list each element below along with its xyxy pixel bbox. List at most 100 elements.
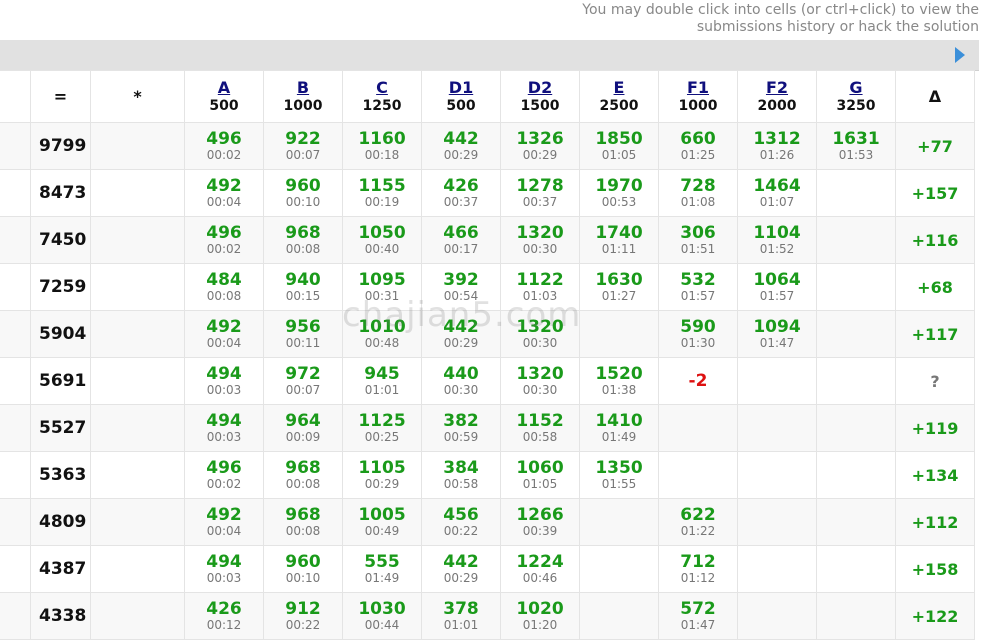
- problem-result-cell[interactable]: 426 00:12: [184, 592, 264, 640]
- problem-result-cell[interactable]: [816, 451, 896, 499]
- problem-result-cell[interactable]: 1095 00:31: [342, 263, 422, 311]
- problem-result-cell[interactable]: 442 00:29: [421, 545, 501, 593]
- problem-result-cell[interactable]: 1312 01:26: [737, 122, 817, 170]
- problem-result-cell[interactable]: 660 01:25: [658, 122, 738, 170]
- problem-result-cell[interactable]: 1224 00:46: [500, 545, 580, 593]
- problem-result-cell[interactable]: 426 00:37: [421, 169, 501, 217]
- problem-result-cell[interactable]: 492 00:04: [184, 498, 264, 546]
- problem-result-cell[interactable]: 555 01:49: [342, 545, 422, 593]
- problem-result-cell[interactable]: 1105 00:29: [342, 451, 422, 499]
- problem-result-cell[interactable]: 1060 01:05: [500, 451, 580, 499]
- problem-result-cell[interactable]: 494 00:03: [184, 404, 264, 452]
- problem-result-cell[interactable]: 1970 00:53: [579, 169, 659, 217]
- problem-result-cell[interactable]: [816, 498, 896, 546]
- problem-result-cell[interactable]: 496 00:02: [184, 451, 264, 499]
- problem-result-cell[interactable]: 712 01:12: [658, 545, 738, 593]
- problem-link-f2[interactable]: F2: [738, 78, 816, 97]
- problem-result-cell[interactable]: 972 00:07: [263, 357, 343, 405]
- problem-result-cell[interactable]: [816, 404, 896, 452]
- problem-result-cell[interactable]: 1064 01:57: [737, 263, 817, 311]
- problem-result-cell[interactable]: [816, 169, 896, 217]
- problem-result-cell[interactable]: 1010 00:48: [342, 310, 422, 358]
- problem-link-f1[interactable]: F1: [659, 78, 737, 97]
- problem-result-cell[interactable]: 440 00:30: [421, 357, 501, 405]
- problem-result-cell[interactable]: 622 01:22: [658, 498, 738, 546]
- problem-result-cell[interactable]: -2: [658, 357, 738, 405]
- problem-result-cell[interactable]: 940 00:15: [263, 263, 343, 311]
- problem-result-cell[interactable]: 1740 01:11: [579, 216, 659, 264]
- problem-result-cell[interactable]: 1320 00:30: [500, 216, 580, 264]
- problem-result-cell[interactable]: [816, 216, 896, 264]
- problem-result-cell[interactable]: 456 00:22: [421, 498, 501, 546]
- problem-result-cell[interactable]: 1020 01:20: [500, 592, 580, 640]
- problem-result-cell[interactable]: [579, 310, 659, 358]
- problem-result-cell[interactable]: 728 01:08: [658, 169, 738, 217]
- problem-result-cell[interactable]: [816, 263, 896, 311]
- problem-result-cell[interactable]: 968 00:08: [263, 216, 343, 264]
- scroll-right-arrow-icon[interactable]: [955, 47, 965, 63]
- problem-result-cell[interactable]: 1850 01:05: [579, 122, 659, 170]
- problem-result-cell[interactable]: 964 00:09: [263, 404, 343, 452]
- problem-result-cell[interactable]: 1050 00:40: [342, 216, 422, 264]
- problem-link-b[interactable]: B: [264, 78, 342, 97]
- problem-result-cell[interactable]: 1350 01:55: [579, 451, 659, 499]
- problem-result-cell[interactable]: 960 00:10: [263, 169, 343, 217]
- problem-result-cell[interactable]: 956 00:11: [263, 310, 343, 358]
- problem-result-cell[interactable]: 1320 00:30: [500, 357, 580, 405]
- problem-result-cell[interactable]: [658, 451, 738, 499]
- problem-result-cell[interactable]: [737, 404, 817, 452]
- problem-result-cell[interactable]: [579, 545, 659, 593]
- problem-result-cell[interactable]: [737, 451, 817, 499]
- problem-result-cell[interactable]: 466 00:17: [421, 216, 501, 264]
- problem-result-cell[interactable]: 572 01:47: [658, 592, 738, 640]
- problem-result-cell[interactable]: [737, 545, 817, 593]
- problem-result-cell[interactable]: 442 00:29: [421, 122, 501, 170]
- problem-result-cell[interactable]: 532 01:57: [658, 263, 738, 311]
- problem-result-cell[interactable]: 1104 01:52: [737, 216, 817, 264]
- problem-result-cell[interactable]: 494 00:03: [184, 545, 264, 593]
- problem-link-c[interactable]: C: [343, 78, 421, 97]
- problem-link-d2[interactable]: D2: [501, 78, 579, 97]
- problem-link-e[interactable]: E: [580, 78, 658, 97]
- problem-result-cell[interactable]: 960 00:10: [263, 545, 343, 593]
- problem-result-cell[interactable]: 1094 01:47: [737, 310, 817, 358]
- problem-result-cell[interactable]: 1320 00:30: [500, 310, 580, 358]
- problem-result-cell[interactable]: 968 00:08: [263, 451, 343, 499]
- problem-result-cell[interactable]: 1160 00:18: [342, 122, 422, 170]
- problem-result-cell[interactable]: [579, 498, 659, 546]
- problem-result-cell[interactable]: [816, 357, 896, 405]
- problem-result-cell[interactable]: [737, 498, 817, 546]
- problem-result-cell[interactable]: 945 01:01: [342, 357, 422, 405]
- problem-result-cell[interactable]: 1152 00:58: [500, 404, 580, 452]
- problem-result-cell[interactable]: 1005 00:49: [342, 498, 422, 546]
- problem-result-cell[interactable]: 1326 00:29: [500, 122, 580, 170]
- problem-result-cell[interactable]: [737, 592, 817, 640]
- problem-link-a[interactable]: A: [185, 78, 263, 97]
- problem-result-cell[interactable]: 1464 01:07: [737, 169, 817, 217]
- problem-result-cell[interactable]: 494 00:03: [184, 357, 264, 405]
- problem-result-cell[interactable]: [816, 545, 896, 593]
- problem-result-cell[interactable]: 1030 00:44: [342, 592, 422, 640]
- problem-result-cell[interactable]: 382 00:59: [421, 404, 501, 452]
- problem-result-cell[interactable]: 492 00:04: [184, 310, 264, 358]
- problem-result-cell[interactable]: 1410 01:49: [579, 404, 659, 452]
- problem-result-cell[interactable]: 378 01:01: [421, 592, 501, 640]
- problem-result-cell[interactable]: 922 00:07: [263, 122, 343, 170]
- problem-result-cell[interactable]: 1125 00:25: [342, 404, 422, 452]
- problem-result-cell[interactable]: 590 01:30: [658, 310, 738, 358]
- problem-result-cell[interactable]: 306 01:51: [658, 216, 738, 264]
- problem-result-cell[interactable]: [579, 592, 659, 640]
- problem-result-cell[interactable]: 1122 01:03: [500, 263, 580, 311]
- problem-result-cell[interactable]: 1278 00:37: [500, 169, 580, 217]
- problem-result-cell[interactable]: 384 00:58: [421, 451, 501, 499]
- problem-result-cell[interactable]: 492 00:04: [184, 169, 264, 217]
- problem-result-cell[interactable]: 442 00:29: [421, 310, 501, 358]
- problem-result-cell[interactable]: 968 00:08: [263, 498, 343, 546]
- problem-link-d1[interactable]: D1: [422, 78, 500, 97]
- problem-link-g[interactable]: G: [817, 78, 895, 97]
- problem-result-cell[interactable]: 1520 01:38: [579, 357, 659, 405]
- problem-result-cell[interactable]: 392 00:54: [421, 263, 501, 311]
- problem-result-cell[interactable]: 484 00:08: [184, 263, 264, 311]
- problem-result-cell[interactable]: 1630 01:27: [579, 263, 659, 311]
- problem-result-cell[interactable]: 1155 00:19: [342, 169, 422, 217]
